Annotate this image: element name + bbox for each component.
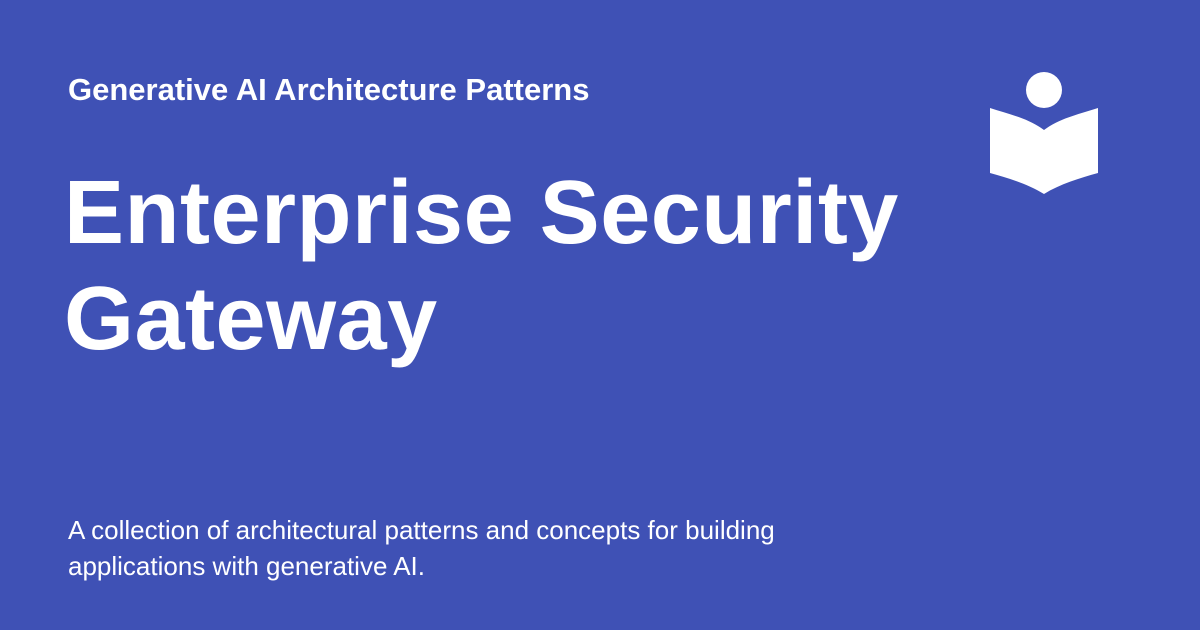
page-title: Enterprise Security Gateway	[64, 160, 964, 372]
site-description: A collection of architectural patterns a…	[68, 515, 775, 581]
page-title-line-2: Gateway	[64, 269, 438, 369]
page-title-line-1: Enterprise Security	[64, 163, 899, 263]
social-card: Generative AI Architecture Patterns Ente…	[0, 0, 1200, 630]
reading-book-icon	[990, 72, 1098, 194]
site-name: Generative AI Architecture Patterns	[68, 72, 590, 107]
